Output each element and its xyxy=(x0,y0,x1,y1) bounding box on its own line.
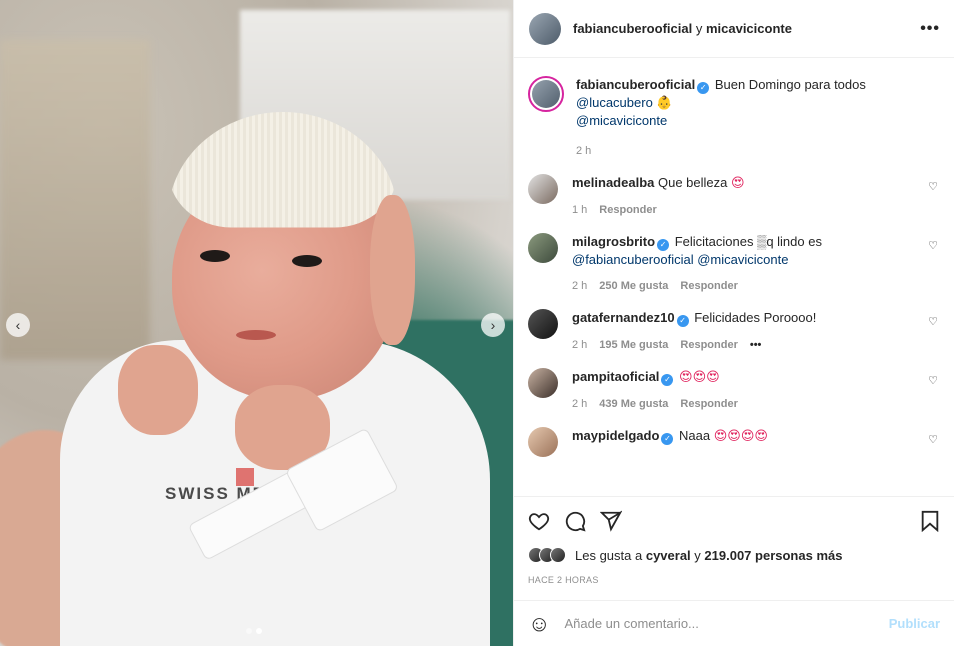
comment-avatar[interactable] xyxy=(528,368,558,398)
comment-username[interactable]: pampitaoficial xyxy=(572,369,659,384)
baby-hand-left xyxy=(118,345,198,435)
post-timestamp[interactable]: HACE 2 HORAS xyxy=(528,575,940,585)
coauthor-link[interactable]: micaviciconte xyxy=(706,21,792,36)
liker-avatars xyxy=(528,547,566,563)
comment-time[interactable]: 1 h xyxy=(572,202,587,219)
prev-photo-button[interactable]: ‹ xyxy=(6,313,30,337)
comment-username[interactable]: melinadealba xyxy=(572,175,654,190)
add-comment-bar: ☺ Publicar xyxy=(514,600,954,646)
baby-eye-right xyxy=(292,255,322,267)
flag-emoji-icon: ▒ xyxy=(757,234,767,249)
carousel-dot-active xyxy=(256,628,262,634)
likes-user-link[interactable]: cyveral xyxy=(646,548,691,563)
comment-more-icon[interactable]: ••• xyxy=(750,337,762,354)
baby-eye-left xyxy=(200,250,230,262)
caption-username[interactable]: fabiancuberooficial xyxy=(576,77,695,92)
adult-fingers xyxy=(370,195,415,345)
carousel-dot xyxy=(246,628,252,634)
heart-eyes-emoji-icon: 😍😍😍😍 xyxy=(713,429,768,444)
reply-button[interactable]: Responder xyxy=(680,396,737,413)
author-conj: y xyxy=(695,21,703,36)
share-icon[interactable] xyxy=(600,510,622,532)
comment-avatar[interactable] xyxy=(528,174,558,204)
comment-time[interactable]: 2 h xyxy=(572,278,587,295)
comment-input[interactable] xyxy=(564,616,889,631)
more-options-icon[interactable]: ••• xyxy=(920,20,940,38)
bookmark-icon[interactable] xyxy=(920,510,940,532)
comment-text: Felicitaciones xyxy=(674,234,754,249)
caption-mention[interactable]: @micaviciconte xyxy=(576,113,667,128)
like-comment-heart-icon[interactable]: ♡ xyxy=(928,433,938,446)
comment-item: melinadealba Que belleza 😍 1 h Responder… xyxy=(528,174,940,219)
comment-item: pampitaoficial ✓ 😍😍😍 2 h 439 Me gusta Res… xyxy=(528,368,940,413)
comment-item: maypidelgado ✓ Naaa 😍😍😍😍 ♡ xyxy=(528,427,940,457)
post-caption: fabiancuberooficial ✓ Buen Domingo para t… xyxy=(528,76,940,160)
baby-emoji-icon: 👶 xyxy=(656,96,673,111)
likes-prefix: Les gusta a xyxy=(575,547,643,563)
comment-text: Felicidades Poroooo! xyxy=(694,310,817,325)
likes-count-link[interactable]: 219.007 personas más xyxy=(704,548,842,563)
verified-badge-icon: ✓ xyxy=(697,82,710,94)
heart-eyes-emoji-icon: 😍 xyxy=(731,176,745,191)
reply-button[interactable]: Responder xyxy=(680,337,737,354)
background-shelf xyxy=(0,40,150,360)
comment-mention[interactable]: @fabiancuberooficial xyxy=(572,252,694,267)
emoji-picker-icon[interactable]: ☺ xyxy=(528,611,550,637)
like-heart-icon[interactable] xyxy=(528,510,550,532)
verified-badge-icon: ✓ xyxy=(661,374,674,386)
likes-summary: Les gusta a cyveral y 219.007 personas m… xyxy=(528,547,940,563)
verified-badge-icon: ✓ xyxy=(676,315,689,327)
author-avatar[interactable] xyxy=(529,12,561,45)
comment-likes[interactable]: 195 Me gusta xyxy=(599,337,668,354)
like-comment-heart-icon[interactable]: ♡ xyxy=(928,315,938,328)
comment-icon[interactable] xyxy=(564,510,586,532)
heart-eyes-emoji-icon: 😍😍😍 xyxy=(679,370,720,385)
comment-text-2: q lindo es xyxy=(766,234,822,249)
verified-badge-icon: ✓ xyxy=(657,239,670,251)
comment-avatar[interactable] xyxy=(528,233,558,263)
chevron-left-icon: ‹ xyxy=(15,317,21,333)
comment-username[interactable]: maypidelgado xyxy=(572,428,659,443)
comment-mention[interactable]: @micaviciconte xyxy=(697,252,788,267)
comment-username[interactable]: milagrosbrito xyxy=(572,234,655,249)
comment-likes[interactable]: 250 Me gusta xyxy=(599,278,668,295)
caption-time[interactable]: 2 h xyxy=(576,143,591,160)
caption-text: Buen Domingo para todos xyxy=(714,77,866,92)
caption-mention[interactable]: @lucacubero xyxy=(576,95,653,110)
next-photo-button[interactable]: › xyxy=(481,313,505,337)
comment-time[interactable]: 2 h xyxy=(572,396,587,413)
reply-button[interactable]: Responder xyxy=(680,278,737,295)
comment-username[interactable]: gatafernandez10 xyxy=(572,310,675,325)
comment-item: milagrosbrito ✓ Felicitaciones ▒q lindo e… xyxy=(528,233,940,295)
like-comment-heart-icon[interactable]: ♡ xyxy=(928,374,938,387)
post-actions: Les gusta a cyveral y 219.007 personas m… xyxy=(514,496,954,585)
chevron-right-icon: › xyxy=(490,317,496,333)
reply-button[interactable]: Responder xyxy=(599,202,656,219)
verified-badge-icon: ✓ xyxy=(661,433,674,445)
comment-item: gatafernandez10 ✓ Felicidades Poroooo! 2 … xyxy=(528,309,940,354)
carousel-dots xyxy=(246,628,262,634)
comment-text: Que belleza xyxy=(658,175,728,190)
post-comment-button[interactable]: Publicar xyxy=(889,616,940,631)
comment-time[interactable]: 2 h xyxy=(572,337,587,354)
comment-likes[interactable]: 439 Me gusta xyxy=(599,396,668,413)
baby-mouth xyxy=(236,330,276,340)
comment-avatar[interactable] xyxy=(528,309,558,339)
like-comment-heart-icon[interactable]: ♡ xyxy=(928,180,938,193)
comments-list[interactable]: fabiancuberooficial ✓ Buen Domingo para t… xyxy=(514,58,954,496)
post-header: fabiancuberooficial y micaviciconte ••• xyxy=(514,0,954,58)
author-link[interactable]: fabiancuberooficial xyxy=(573,21,692,36)
comment-avatar[interactable] xyxy=(528,427,558,457)
comment-text: Naaa xyxy=(679,428,711,443)
author-names: fabiancuberooficial y micaviciconte xyxy=(573,21,920,36)
caption-avatar[interactable] xyxy=(528,76,564,112)
like-comment-heart-icon[interactable]: ♡ xyxy=(928,239,938,252)
likes-conj: y xyxy=(694,547,701,563)
post-panel: fabiancuberooficial y micaviciconte ••• … xyxy=(513,0,954,646)
post-photo[interactable]: SWISS MED ‹ › xyxy=(0,0,513,646)
